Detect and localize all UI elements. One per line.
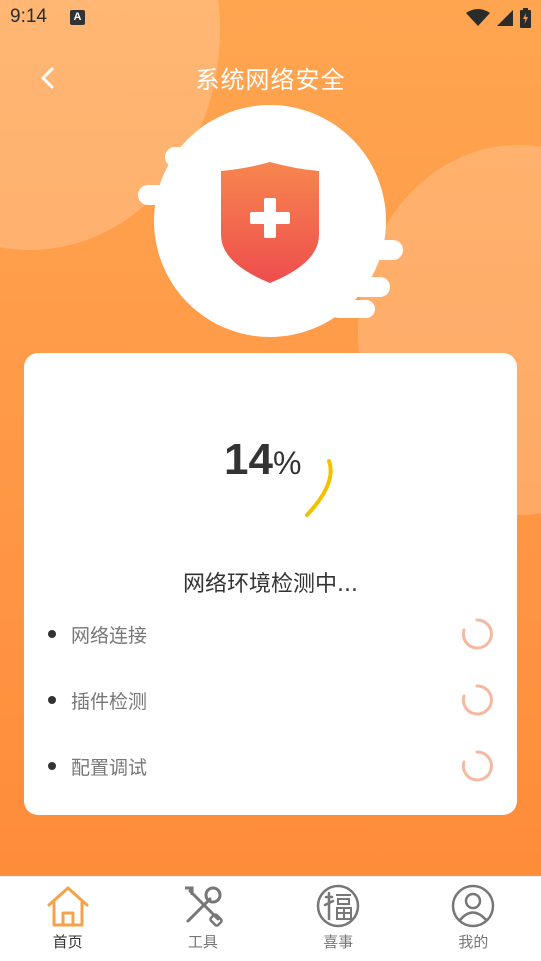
page-title: 系统网络安全 xyxy=(195,66,346,94)
nav-item-fortune[interactable]: 喜事 xyxy=(271,877,406,961)
progress-value: 14 xyxy=(224,435,273,484)
progress-unit: % xyxy=(272,445,302,481)
nav-item-profile[interactable]: 我的 xyxy=(406,877,541,961)
progress-arc xyxy=(305,459,333,517)
signal-icon xyxy=(497,10,513,26)
bullet-dot xyxy=(48,762,56,770)
nav-label: 喜事 xyxy=(323,933,354,951)
check-item-label: 配置调试 xyxy=(71,757,148,779)
scan-status-text: 网络环境检测中... xyxy=(183,572,358,597)
security-emblem xyxy=(138,105,403,337)
notification-icon: A xyxy=(70,10,85,25)
status-bar: 9:14 A xyxy=(0,0,541,36)
nav-label: 首页 xyxy=(52,933,83,951)
nav-label: 我的 xyxy=(458,933,489,951)
bullet-dot xyxy=(48,696,56,704)
check-item: 网络连接 xyxy=(48,614,493,654)
check-item: 配置调试 xyxy=(48,746,493,786)
bottom-navigation: 首页 工具 喜事 我的 xyxy=(0,876,541,961)
check-item-label: 插件检测 xyxy=(71,691,148,713)
bullet-dot xyxy=(48,630,56,638)
loading-spinner-icon xyxy=(461,618,493,650)
tools-icon xyxy=(184,886,223,927)
progress-readout: 14% xyxy=(224,435,301,485)
wifi-icon xyxy=(466,9,490,26)
loading-spinner-icon xyxy=(461,684,493,716)
nav-label: 工具 xyxy=(187,933,218,951)
nav-item-home[interactable]: 首页 xyxy=(0,877,135,961)
home-icon xyxy=(47,886,89,927)
check-item: 插件检测 xyxy=(48,680,493,720)
check-item-label: 网络连接 xyxy=(71,625,148,647)
status-time: 9:14 xyxy=(10,6,47,27)
battery-icon xyxy=(520,8,531,28)
nav-item-tools[interactable]: 工具 xyxy=(135,877,270,961)
loading-spinner-icon xyxy=(461,750,493,782)
profile-icon xyxy=(452,884,495,928)
system-icons xyxy=(466,8,531,28)
scan-card: 14% 网络环境检测中... 网络连接 插件检测 配置调试 xyxy=(24,353,517,815)
fortune-icon xyxy=(316,884,360,928)
